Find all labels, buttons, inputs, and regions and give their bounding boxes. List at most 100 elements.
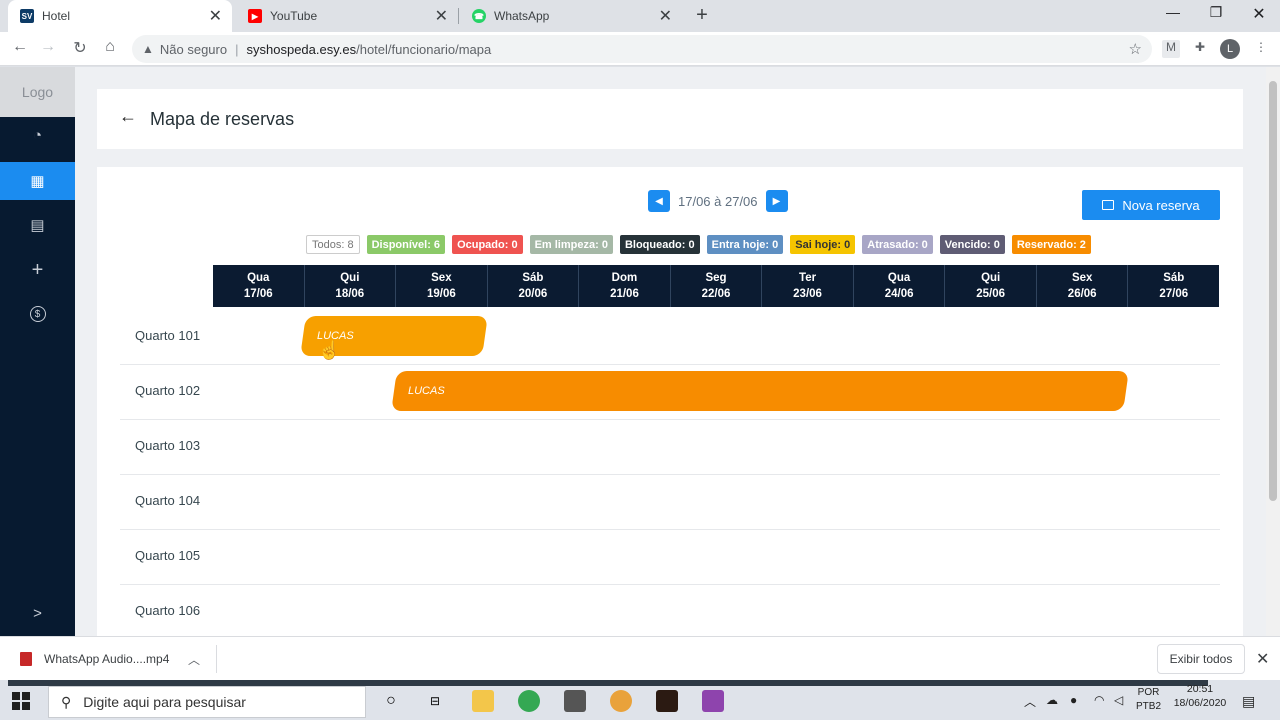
app-icon[interactable] [564, 690, 586, 712]
app-icon[interactable] [702, 690, 724, 712]
language-indicator[interactable]: POR PTB2 [1136, 686, 1161, 714]
day-header: Dom 21/06 [578, 265, 670, 307]
sidebar-item-financeiro[interactable]: $ [0, 295, 75, 333]
address-bar[interactable]: ▲ Não seguro | syshospeda.esy.es /hotel/… [132, 35, 1152, 63]
day-header: Sáb 20/06 [486, 265, 579, 307]
badge-vencido[interactable]: Vencido: 0 [939, 235, 1005, 254]
profile-avatar[interactable]: L [1220, 39, 1240, 59]
badge-em-limpeza[interactable]: Em limpeza: 0 [529, 235, 613, 254]
calendar-icon: ▤ [30, 217, 45, 234]
search-icon: ⚲ [61, 693, 72, 710]
browser-tabbar: SV Hotel ✕ ▶ YouTube ✕ ☎ WhatsApp ✕ + — … [0, 0, 1280, 32]
badge-todos[interactable]: Todos: 8 [306, 235, 360, 254]
new-tab-button[interactable]: + [692, 4, 712, 27]
security-label[interactable]: Não seguro [160, 42, 227, 57]
pie-chart-icon: ◔ [32, 126, 43, 144]
window-close-button[interactable]: ✕ [1244, 4, 1274, 24]
dollar-icon: $ [29, 306, 46, 322]
show-all-button[interactable]: Exibir todos [1157, 644, 1245, 674]
download-bar: WhatsApp Audio....mp4 ︿ Exibir todos ✕ [0, 636, 1280, 680]
app-icon[interactable] [656, 690, 678, 712]
youtube-favicon-icon: ▶ [248, 9, 262, 23]
chrome-icon[interactable] [518, 690, 540, 712]
badge-ocupado[interactable]: Ocupado: 0 [452, 235, 523, 254]
reload-button[interactable]: ↻ [69, 38, 91, 58]
badge-atrasado[interactable]: Atrasado: 0 [862, 235, 933, 254]
booking-bar[interactable]: LUCAS [391, 371, 1129, 411]
status-legend: Todos: 8 Disponível: 6 Ocupado: 0 Em lim… [306, 235, 1091, 254]
tab-hotel[interactable]: SV Hotel ✕ [8, 0, 232, 32]
minimize-button[interactable]: — [1158, 4, 1188, 20]
sidebar-expand-button[interactable]: > [0, 594, 75, 632]
sidebar-item-dashboard[interactable]: ◔ [0, 116, 75, 154]
calendar-icon [1102, 200, 1115, 210]
day-header: Qua 17/06 [243, 272, 273, 300]
photos-icon[interactable] [610, 690, 632, 712]
chevron-up-icon[interactable]: ︿ [1024, 693, 1036, 710]
taskbar-search-input[interactable]: ⚲ Digite aqui para pesquisar [48, 686, 366, 718]
room-label: Quarto 103 [135, 438, 201, 453]
microphone-icon[interactable]: ● [1070, 693, 1077, 707]
chevron-right-icon: > [33, 604, 42, 622]
room-row: Quarto 106 [120, 585, 1220, 636]
close-icon[interactable]: ✕ [209, 6, 222, 26]
menu-dots-icon[interactable]: ⋮ [1252, 40, 1270, 58]
room-label: Quarto 105 [135, 548, 201, 563]
tab-whatsapp[interactable]: ☎ WhatsApp ✕ [460, 0, 682, 32]
tab-label: Hotel [42, 9, 71, 23]
restore-button[interactable]: ❐ [1201, 4, 1231, 21]
room-label: Quarto 104 [135, 493, 201, 508]
cloud-icon[interactable]: ☁ [1046, 693, 1058, 707]
warning-icon[interactable]: ▲ [142, 42, 154, 56]
logo: Logo [0, 67, 75, 117]
hand-cursor-icon: ☝ [318, 340, 341, 360]
badge-sai-hoje[interactable]: Sai hoje: 0 [790, 235, 856, 254]
chevron-up-icon[interactable]: ︿ [188, 651, 200, 668]
volume-icon[interactable]: ◁ [1114, 693, 1123, 707]
close-icon[interactable]: ✕ [659, 6, 672, 26]
tab-youtube[interactable]: ▶ YouTube ✕ [236, 0, 458, 32]
next-period-button[interactable]: ▶ [765, 190, 788, 212]
bookmark-star-icon[interactable]: ☆ [1129, 40, 1142, 58]
forward-button[interactable]: → [37, 38, 59, 56]
file-explorer-icon[interactable] [472, 690, 494, 712]
page-scrollbar[interactable] [1266, 67, 1280, 636]
sidebar-item-reservas[interactable]: ▤ [0, 206, 75, 244]
badge-entra-hoje[interactable]: Entra hoje: 0 [706, 235, 784, 254]
sidebar-item-adicionar[interactable]: + [0, 251, 75, 289]
back-arrow-icon[interactable]: ← [119, 106, 137, 127]
room-label: Quarto 106 [135, 603, 201, 618]
notifications-icon[interactable]: ▤ [1242, 693, 1255, 710]
back-button[interactable]: ← [9, 38, 31, 56]
scrollbar-thumb[interactable] [1269, 81, 1277, 501]
windows-start-icon[interactable] [12, 692, 30, 710]
day-header: Ter 23/06 [761, 265, 853, 307]
system-clock[interactable]: 20:51 18/06/2020 [1160, 682, 1240, 710]
previous-period-button[interactable]: ◀ [648, 190, 670, 212]
wifi-icon[interactable]: ◠ [1094, 693, 1104, 707]
cortana-icon[interactable]: ○ [380, 690, 402, 712]
guest-name: LUCAS [408, 385, 445, 397]
browser-toolbar: ← → ↻ ⌂ ▲ Não seguro | syshospeda.esy.es… [0, 32, 1280, 66]
close-icon[interactable]: ✕ [435, 6, 448, 26]
download-item[interactable]: WhatsApp Audio....mp4 [20, 652, 169, 666]
url-host: syshospeda.esy.es [246, 41, 357, 57]
grid-icon: ▦ [30, 173, 45, 190]
windows-taskbar: ⚲ Digite aqui para pesquisar ○ ⊟ ︿ ☁ ● ◠… [0, 680, 1280, 720]
plus-icon: + [31, 258, 44, 281]
tab-divider [458, 8, 459, 24]
date-range: 17/06 à 27/06 [678, 193, 758, 209]
close-icon[interactable]: ✕ [1256, 649, 1269, 669]
extension-m-icon[interactable]: M [1162, 40, 1180, 58]
divider: | [235, 41, 239, 57]
badge-reservado[interactable]: Reservado: 2 [1011, 235, 1091, 254]
nova-reserva-button[interactable]: Nova reserva [1082, 190, 1220, 220]
day-header: Sex 26/06 [1035, 265, 1128, 307]
badge-disponivel[interactable]: Disponível: 6 [366, 235, 446, 254]
badge-bloqueado[interactable]: Bloqueado: 0 [619, 235, 700, 254]
header-card: ← Mapa de reservas [97, 89, 1243, 149]
extensions-puzzle-icon[interactable]: ✚ [1191, 40, 1209, 58]
sidebar-item-mapa[interactable]: ▦ [0, 162, 75, 200]
task-view-icon[interactable]: ⊟ [424, 690, 446, 712]
home-button[interactable]: ⌂ [99, 38, 121, 56]
